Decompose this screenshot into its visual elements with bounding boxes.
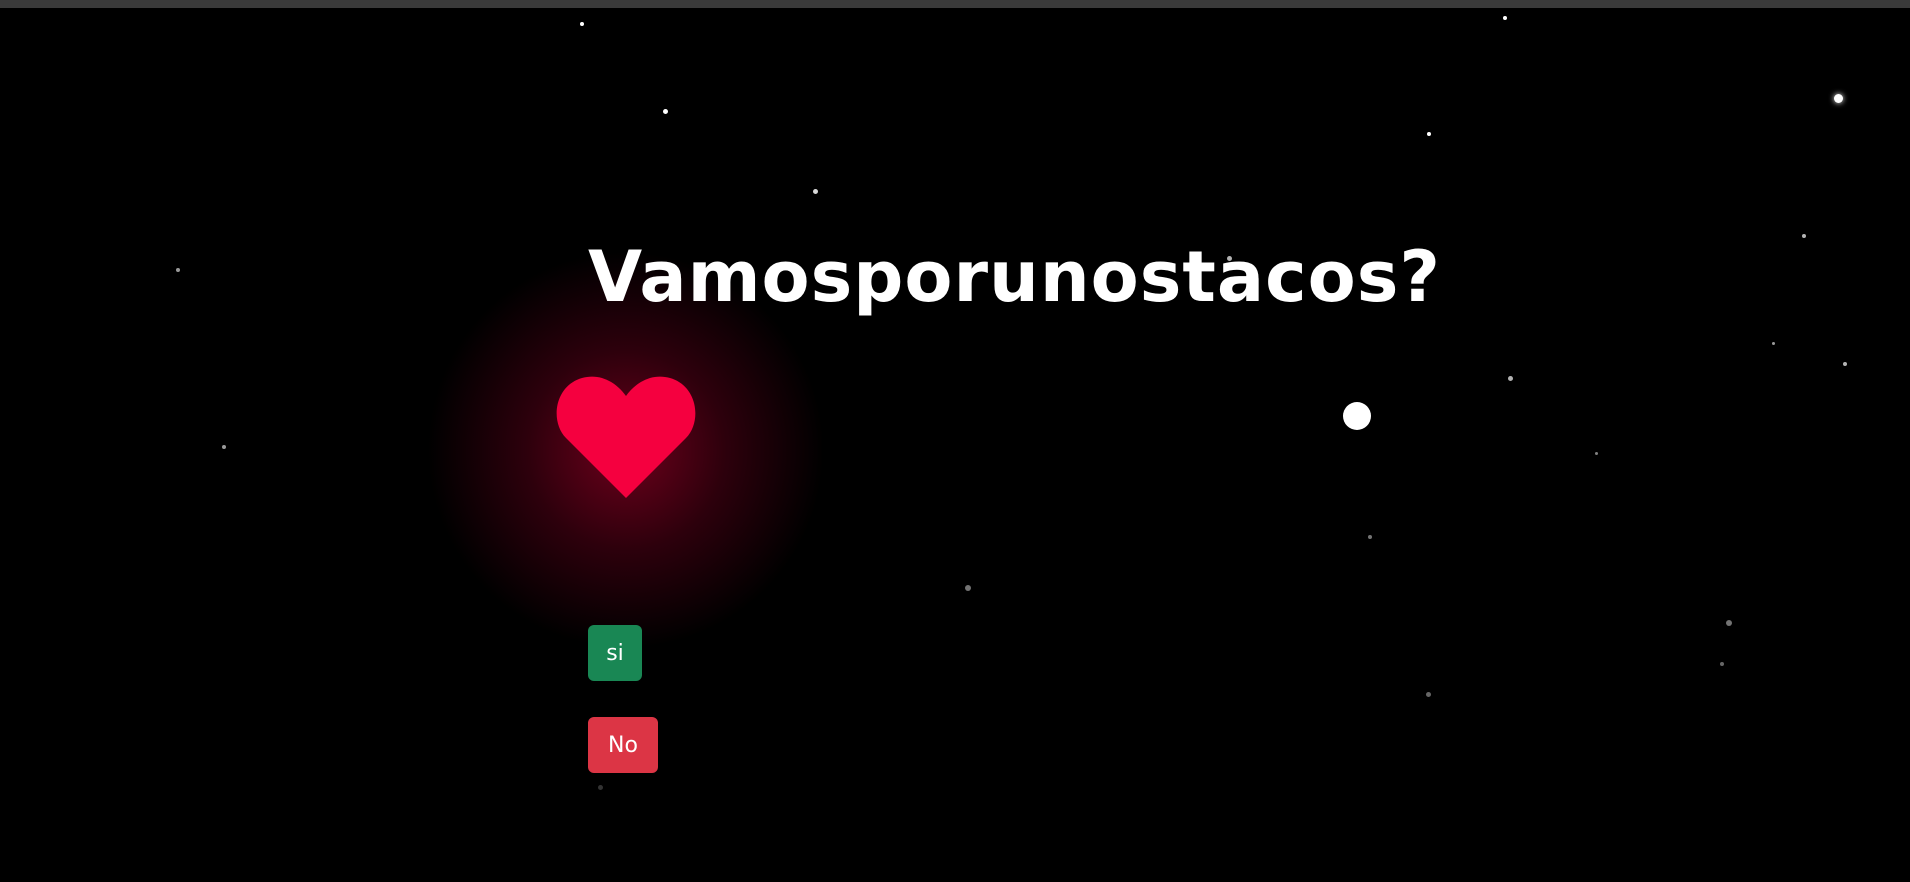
star xyxy=(965,585,971,591)
star xyxy=(1802,234,1806,238)
star xyxy=(1834,94,1843,103)
star xyxy=(1368,535,1372,539)
heart-icon xyxy=(556,376,696,498)
star xyxy=(580,22,584,26)
star xyxy=(598,785,603,790)
star xyxy=(1720,662,1724,666)
star xyxy=(1843,362,1847,366)
star xyxy=(1427,132,1431,136)
star xyxy=(1726,620,1732,626)
star xyxy=(1503,16,1507,20)
starfield-background xyxy=(0,8,1910,882)
star xyxy=(813,189,818,194)
no-button[interactable]: No xyxy=(588,717,658,773)
star xyxy=(1595,452,1598,455)
moon-icon xyxy=(1343,402,1371,430)
yes-button[interactable]: si xyxy=(588,625,642,681)
star xyxy=(176,268,180,272)
star xyxy=(222,445,226,449)
star xyxy=(1772,342,1775,345)
page-title: Vamosporunostacos? xyxy=(588,236,1441,318)
star xyxy=(1426,692,1431,697)
star xyxy=(1508,376,1513,381)
browser-top-bar xyxy=(0,0,1910,8)
star xyxy=(663,109,668,114)
